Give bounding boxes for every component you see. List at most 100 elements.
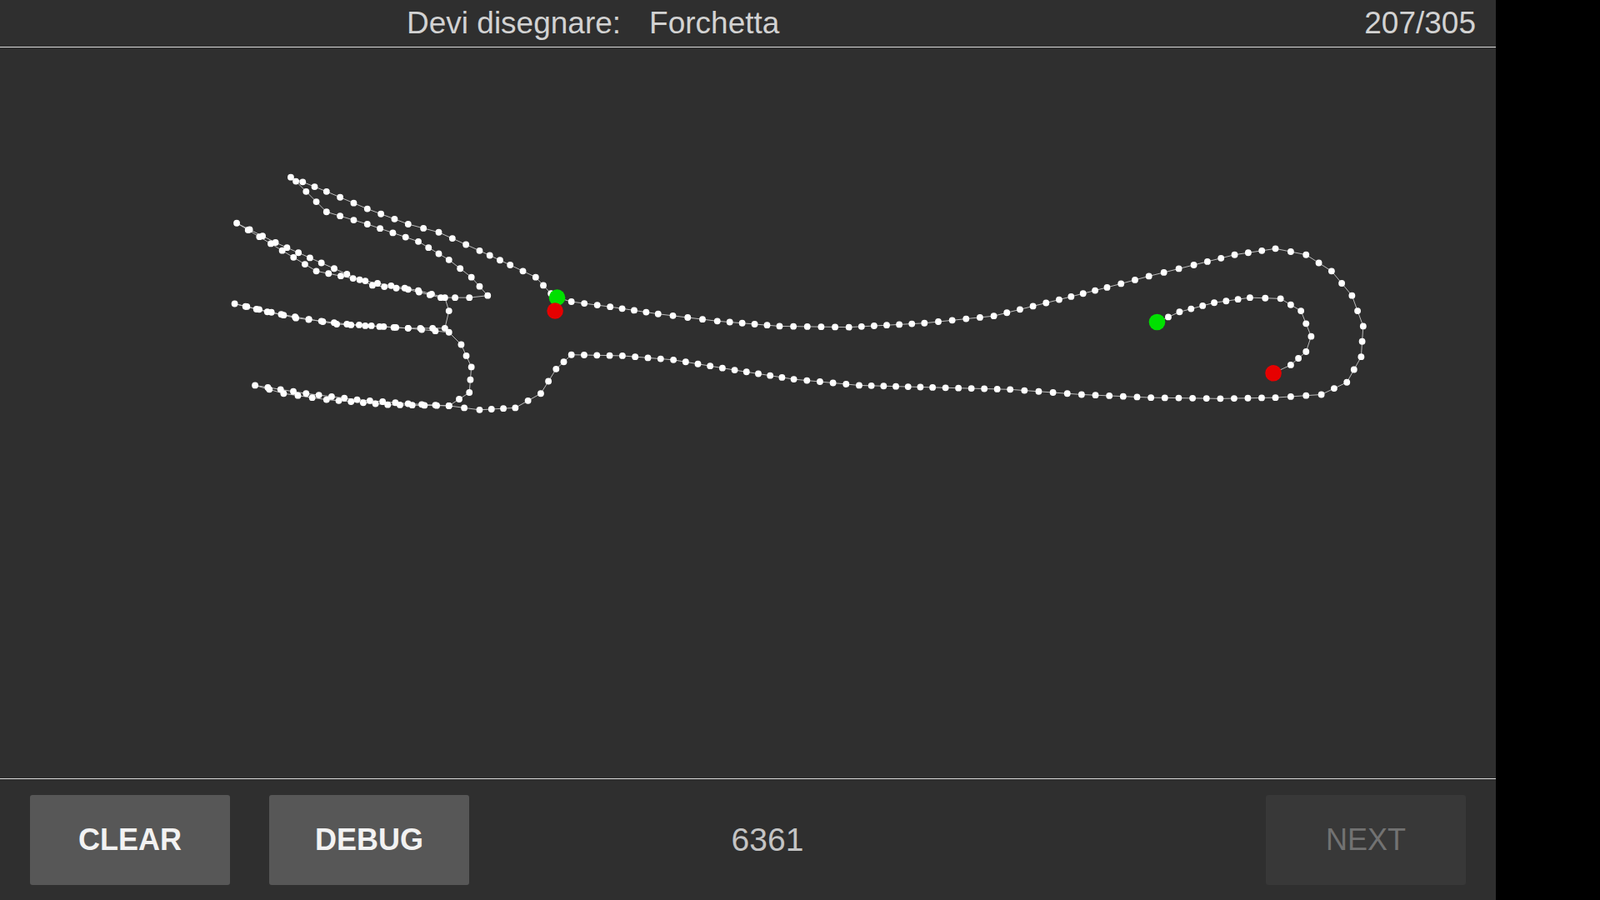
stroke-point: [764, 321, 771, 329]
stroke-point: [417, 325, 425, 332]
drawing[interactable]: [0, 47, 1496, 779]
stroke-point: [445, 256, 453, 264]
stroke-point: [1350, 366, 1358, 374]
stroke-point: [892, 383, 900, 390]
stroke-point: [409, 401, 416, 409]
stroke-point: [1328, 267, 1335, 275]
stroke-point: [299, 178, 306, 185]
score: 6361: [731, 821, 805, 859]
stroke-point: [790, 323, 797, 330]
stroke-point: [355, 321, 363, 329]
stroke-point: [391, 215, 399, 223]
stroke-point: [415, 238, 422, 245]
stroke-point: [305, 316, 312, 324]
stroke-point: [1287, 248, 1295, 255]
stroke-point: [1067, 293, 1075, 300]
stroke-point: [449, 235, 456, 242]
stroke-point: [336, 212, 344, 220]
stroke-point: [405, 220, 412, 228]
stroke-point: [1003, 309, 1010, 316]
stroke-point: [1190, 261, 1198, 269]
stroke-point: [1117, 280, 1125, 287]
stroke-point: [340, 395, 348, 402]
app: Devi disegnare: Forchetta 207/305 CLEARD…: [0, 0, 1496, 900]
stroke-point: [580, 351, 588, 359]
stroke-start-marker: [1149, 314, 1166, 331]
stroke-point: [1091, 287, 1099, 295]
action-button[interactable]: CLEAR: [30, 795, 230, 885]
stroke-point: [465, 294, 473, 301]
stroke-point: [1287, 301, 1295, 309]
drawing-canvas[interactable]: [0, 47, 1496, 779]
stroke-point: [1230, 395, 1238, 402]
stroke-point: [445, 402, 453, 410]
stroke-point: [731, 366, 739, 374]
stroke-point: [1175, 265, 1183, 273]
stroke-point: [287, 174, 295, 181]
stroke-point: [246, 226, 254, 234]
stroke-point: [456, 265, 464, 272]
bottom-bar: CLEAR DEBUG 6361 NEXT: [0, 778, 1496, 900]
stroke-point: [1318, 391, 1325, 399]
stroke-point: [1302, 348, 1310, 355]
stroke-point: [994, 385, 1001, 393]
stroke-point: [1016, 305, 1024, 313]
stroke-point: [280, 390, 287, 397]
stroke-point: [917, 384, 925, 391]
stroke-point: [1343, 379, 1350, 386]
stroke-point: [1160, 269, 1168, 276]
stroke-point: [1187, 305, 1195, 313]
stroke-point: [630, 307, 638, 315]
stroke-point: [486, 252, 494, 260]
next-button[interactable]: NEXT: [1265, 795, 1466, 885]
stroke-point: [1131, 276, 1139, 284]
stroke-point: [842, 380, 850, 388]
stroke-point: [272, 239, 280, 246]
stroke-point: [1231, 251, 1239, 259]
stroke-point: [883, 321, 890, 329]
stroke-point: [532, 274, 540, 281]
stroke-point: [1354, 307, 1361, 315]
stroke-point: [313, 198, 320, 205]
stroke-point: [1165, 313, 1172, 320]
stroke-point: [1315, 260, 1323, 267]
stroke-point: [360, 399, 367, 406]
stroke-point: [962, 315, 970, 323]
stroke-point: [778, 374, 785, 381]
action-button[interactable]: DEBUG: [269, 795, 470, 885]
stroke-point: [350, 275, 357, 282]
stroke-point: [330, 265, 338, 272]
stroke-point: [393, 285, 400, 292]
stroke-point: [1080, 290, 1087, 297]
stroke-point: [1302, 320, 1310, 327]
prompt-word: Forchetta: [649, 5, 780, 41]
stroke-point: [253, 305, 260, 313]
stroke-point: [1307, 333, 1315, 340]
stroke-point: [817, 323, 825, 330]
stroke-point: [1217, 255, 1225, 262]
stroke-point: [376, 323, 384, 330]
stroke-point: [739, 320, 746, 327]
stroke-point: [552, 365, 560, 373]
stroke-point: [445, 402, 453, 410]
stroke-point: [460, 404, 468, 411]
stroke-point: [1204, 258, 1211, 265]
stroke-point: [364, 205, 371, 213]
stroke-point: [437, 294, 445, 301]
stroke-point: [743, 368, 750, 375]
counter: 207/305: [1364, 5, 1476, 41]
stroke-point: [291, 313, 299, 320]
stroke-point: [766, 372, 774, 380]
stroke-point: [657, 355, 665, 363]
stroke-point: [1078, 391, 1085, 399]
stroke-point: [306, 254, 314, 261]
stroke-point: [384, 401, 391, 409]
stroke-point: [264, 308, 271, 315]
stroke-point: [1261, 295, 1269, 302]
stroke-point: [1189, 395, 1196, 402]
stroke-point: [302, 188, 310, 195]
stroke-point: [1245, 249, 1252, 256]
stroke-point: [1330, 385, 1338, 392]
stroke-point: [511, 404, 519, 411]
stroke-point: [631, 353, 639, 360]
